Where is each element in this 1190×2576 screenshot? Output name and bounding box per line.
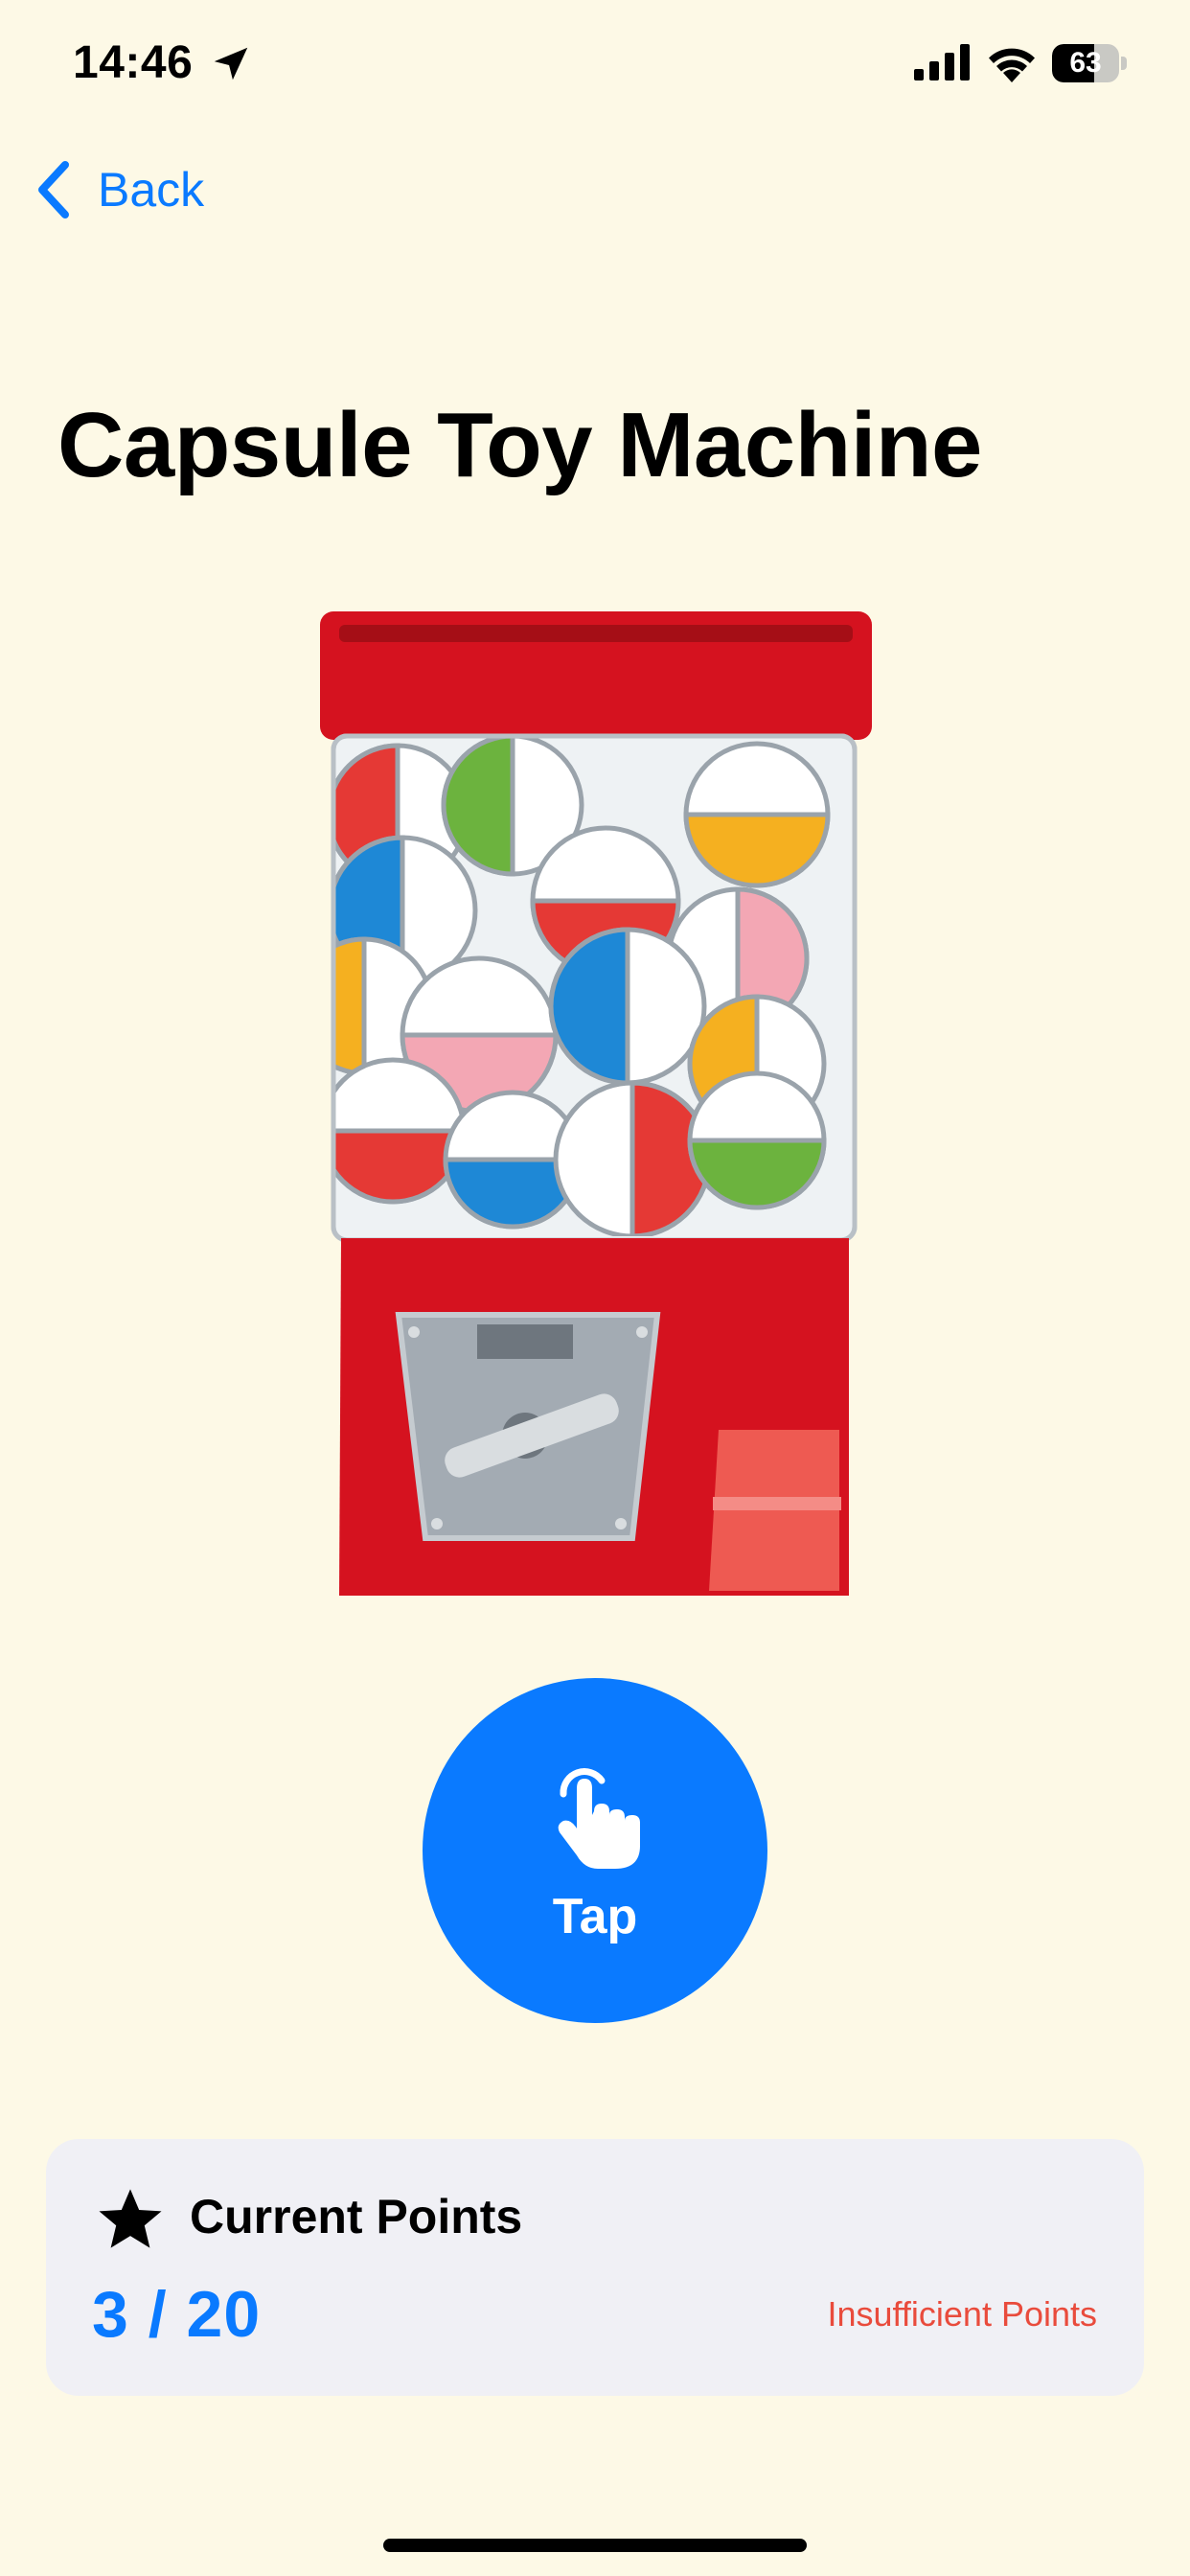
location-arrow-icon: [214, 47, 248, 80]
battery-level: 63: [1069, 47, 1102, 79]
chevron-left-icon: [38, 161, 69, 218]
star-icon: [99, 2189, 162, 2248]
points-card: [46, 2139, 1144, 2396]
insufficient-points-status: Insufficient Points: [827, 2294, 1098, 2334]
points-value: 3 / 20: [92, 2278, 262, 2351]
capsule-toy-machine-illustration: [320, 611, 872, 1596]
back-button[interactable]: Back: [34, 153, 204, 226]
tap-button[interactable]: Tap: [423, 1678, 767, 2023]
cellular-signal-icon: [914, 44, 970, 80]
page-title: Capsule Toy Machine: [57, 394, 982, 496]
current-points-label: Current Points: [190, 2190, 523, 2243]
back-label: Back: [98, 163, 205, 217]
status-time: 14:46: [73, 37, 194, 88]
hand-tap-icon: [558, 1768, 640, 1869]
home-indicator: [383, 2539, 807, 2552]
wifi-icon: [989, 48, 1035, 82]
battery-icon: 63: [1052, 44, 1127, 82]
tap-label: Tap: [552, 1889, 638, 1944]
